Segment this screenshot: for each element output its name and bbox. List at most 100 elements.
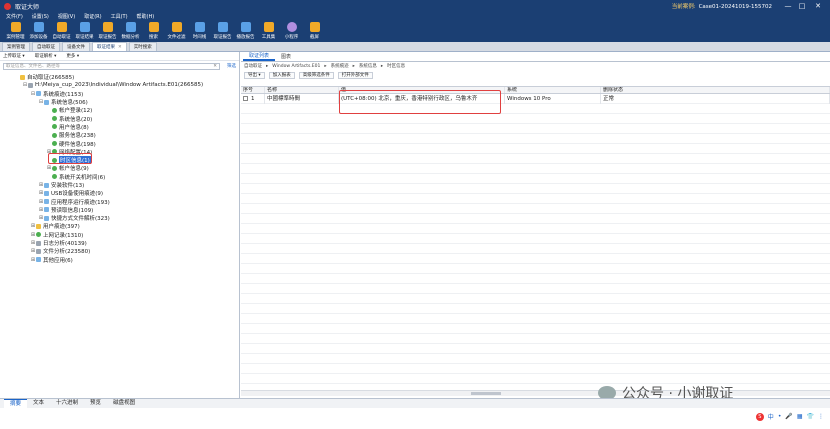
scroll-thumb[interactable] xyxy=(471,392,501,395)
maximize-button[interactable]: □ xyxy=(798,2,806,10)
tree-node[interactable]: ⊞ 帐户信息(9) xyxy=(0,164,239,172)
tree-node[interactable]: 帐户登录(12) xyxy=(0,106,239,114)
breadcrumb-item[interactable]: 时区信息 xyxy=(387,63,405,69)
close-button[interactable]: ✕ xyxy=(814,2,822,10)
tree-node-label: 硬件信息(198) xyxy=(59,141,96,148)
tree-node[interactable]: 系统信息(20) xyxy=(0,114,239,123)
menu-item[interactable]: 取证(R) xyxy=(84,13,101,20)
tab[interactable]: 取证结果 ✕ xyxy=(92,42,127,51)
horizontal-scrollbar[interactable] xyxy=(241,390,830,396)
detail-tab[interactable]: 预览 xyxy=(84,399,107,408)
breadcrumb-item[interactable]: 系统痕迹 xyxy=(331,63,349,69)
tree-node[interactable]: ⊞ 预读取信息(109) xyxy=(0,206,239,214)
toolbar-button[interactable]: 取证结果 xyxy=(73,20,96,40)
breadcrumb-item[interactable]: Window Artifacts.E01 xyxy=(272,64,320,69)
tree-node[interactable]: ⊞ 用户痕迹(397) xyxy=(0,222,239,230)
filter-button[interactable]: 筛选 xyxy=(224,63,236,69)
ime-icon[interactable]: ⋮ xyxy=(818,413,824,420)
toolbar-button[interactable]: 时间线 xyxy=(188,20,211,40)
tree-node[interactable]: ⊞ 其他应用(6) xyxy=(0,256,239,264)
breadcrumb-item[interactable]: 系统信息 xyxy=(359,63,377,69)
detail-tab[interactable]: 文本 xyxy=(27,399,50,408)
toolbar-button[interactable]: 案例管理 xyxy=(4,20,27,40)
tree-node-label: 上网记录(1310) xyxy=(43,232,84,239)
tree-node[interactable]: 时区信息(1) xyxy=(0,156,239,165)
menu-item[interactable]: 设置(S) xyxy=(32,13,49,20)
result-tool-button[interactable]: 导出 ▾ xyxy=(244,71,265,79)
toolbar-button[interactable]: 添加设备 xyxy=(27,20,50,40)
row-checkbox[interactable] xyxy=(243,95,248,101)
tree-node[interactable]: ⊞ 应用程序运行痕迹(193) xyxy=(0,197,239,206)
tree-node[interactable]: 服务信息(238) xyxy=(0,131,239,139)
tab[interactable]: 设备文件 xyxy=(62,42,90,51)
detail-tab[interactable]: 磁盘视图 xyxy=(107,399,141,408)
toolbar-button[interactable]: 自动取证 xyxy=(50,20,73,40)
result-tab[interactable]: 取证列表 xyxy=(243,52,276,61)
breadcrumb-item[interactable]: 自动取证 xyxy=(244,63,262,69)
toolbar-button[interactable]: 取证报告 xyxy=(211,20,234,40)
tree-node[interactable]: 硬件信息(198) xyxy=(0,139,239,148)
close-tab-icon[interactable]: ✕ xyxy=(118,45,122,50)
ime-icon[interactable]: 中 xyxy=(768,412,774,421)
app-logo-icon xyxy=(4,2,11,10)
column-header[interactable]: 系统 xyxy=(505,87,601,93)
toolbar-button[interactable]: 搜索 xyxy=(142,20,165,40)
minimize-button[interactable]: — xyxy=(784,2,792,10)
ime-icon[interactable]: S xyxy=(755,412,764,421)
breadcrumb-separator-icon: ▸ xyxy=(380,63,384,69)
column-header[interactable]: 删除状态 xyxy=(601,87,830,93)
column-header[interactable]: 名称 xyxy=(265,87,339,93)
tree-node[interactable]: ⊟ H:\Meiya_cup_2023\Individual\Window Art… xyxy=(0,81,239,89)
menu-item[interactable]: 文件(F) xyxy=(6,13,23,20)
toolbar-button[interactable]: 截屏 xyxy=(303,20,326,40)
toolbar-button[interactable]: 工具集 xyxy=(257,20,280,40)
tree-node[interactable]: ⊞ 快捷方式文件解析(323) xyxy=(0,214,239,222)
left-menu-dropdown[interactable]: 上传取证 ▾ xyxy=(3,53,25,59)
tree-node-label: 系统痕迹(1153) xyxy=(43,91,84,98)
tree-node[interactable]: ⊞ USB设备使用痕迹(9) xyxy=(0,189,239,197)
tab[interactable]: 实时搜索 xyxy=(128,42,157,51)
tree-node[interactable]: ⊟ 系统信息(506) xyxy=(0,98,239,106)
menu-item[interactable]: 帮助(H) xyxy=(137,13,155,20)
left-menu-dropdown[interactable]: 取证解析 ▾ xyxy=(35,53,57,59)
result-tab[interactable]: 图表 xyxy=(275,52,297,61)
clear-icon[interactable]: ✕ xyxy=(213,64,217,70)
tree-search-input[interactable]: 取证信息、文件名、路径等 ✕ xyxy=(3,62,220,70)
menu-item[interactable]: 工具(T) xyxy=(111,13,128,20)
toolbar-button[interactable]: 小程序 xyxy=(280,20,303,40)
toolbar-button[interactable]: 文件过滤 xyxy=(165,20,188,40)
tree-node[interactable]: 用户信息(8) xyxy=(0,123,239,131)
empty-row xyxy=(241,144,830,154)
node-icon xyxy=(44,215,49,221)
column-header[interactable]: 序号 xyxy=(241,87,265,93)
result-tool-button[interactable]: 打开外部文件 xyxy=(337,71,373,79)
tab[interactable]: 自动取证 xyxy=(32,42,60,51)
tree-node-label: 其他应用(6) xyxy=(43,257,73,264)
toolbar-button[interactable]: 播放报告 xyxy=(234,20,257,40)
tree-node[interactable]: ⊞ 文件分析(223580) xyxy=(0,247,239,255)
tree-node[interactable]: ⊞ 网络配置(14) xyxy=(0,148,239,156)
detail-tab[interactable]: 十六进制 xyxy=(50,399,84,408)
ime-icon[interactable]: 🎤 xyxy=(785,413,792,420)
detail-tab[interactable]: 摘要 xyxy=(4,399,28,408)
menu-item[interactable]: 视图(V) xyxy=(58,13,75,20)
empty-row xyxy=(241,194,830,204)
ime-icon[interactable]: 👕 xyxy=(807,413,814,420)
toolbar-button-label: 自动取证 xyxy=(52,35,71,40)
ime-icon[interactable]: ▦ xyxy=(797,413,803,420)
left-menu-dropdown[interactable]: 更多 ▾ xyxy=(66,53,79,59)
tab[interactable]: 案例管理 xyxy=(2,42,30,51)
toolbar-button[interactable]: 取证报告 xyxy=(96,20,119,40)
table-row[interactable]: 1 中國標準時間 (UTC+08:00) 北京，重庆，香港特别行政区，乌鲁木齐 Win… xyxy=(241,93,830,104)
result-tool-button[interactable]: 加入报表 xyxy=(268,71,295,79)
tree-node[interactable]: ⊞ 上网记录(1310) xyxy=(0,231,239,239)
toolbar-button[interactable]: 数据分析 xyxy=(119,20,142,40)
breadcrumb-separator-icon: ▸ xyxy=(266,63,269,69)
tree-node[interactable]: ⊞ 日志分析(40139) xyxy=(0,239,239,247)
ime-icon[interactable]: • xyxy=(778,413,782,420)
tree-node[interactable]: ⊟ 系统痕迹(1153) xyxy=(0,90,239,98)
result-tool-button[interactable]: 高级筛选条件 xyxy=(298,71,334,79)
tree-node[interactable]: 自动取证(266585) xyxy=(0,73,239,81)
tree-node[interactable]: ⊞ 安装软件(13) xyxy=(0,181,239,189)
tree-node[interactable]: 系统开关机时间(6) xyxy=(0,173,239,181)
